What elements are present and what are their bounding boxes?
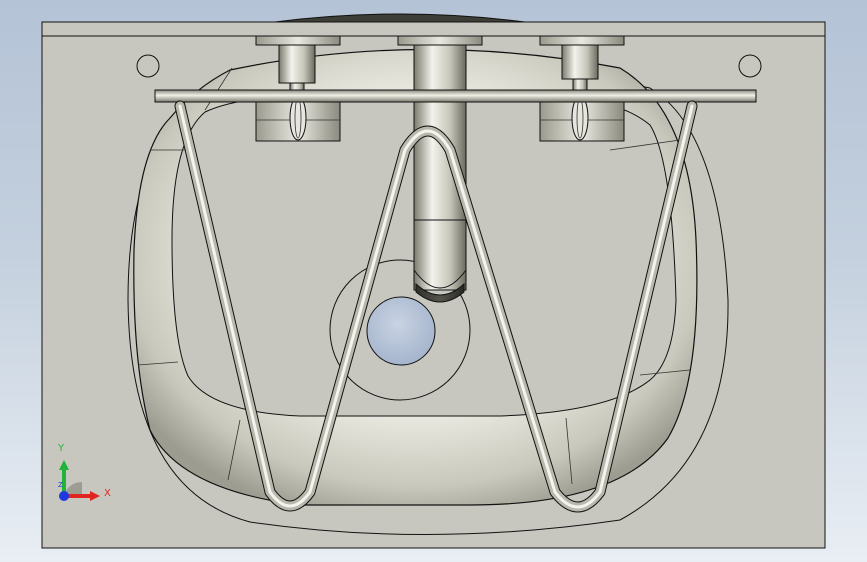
- basin-top-edge: [274, 13, 526, 23]
- towel-rail[interactable]: [154, 89, 757, 103]
- graphics-viewport[interactable]: Y X Z: [0, 0, 867, 562]
- drain-hole[interactable]: [366, 296, 436, 366]
- x-axis-label: X: [104, 488, 111, 499]
- waste-pipe-end: [413, 219, 467, 289]
- waste-pipe-flange: [397, 35, 483, 46]
- cad-model-view[interactable]: [0, 0, 867, 562]
- y-axis-label: Y: [58, 443, 65, 454]
- coordinate-triad[interactable]: Y X Z: [48, 436, 118, 512]
- z-axis-label: Z: [58, 481, 63, 489]
